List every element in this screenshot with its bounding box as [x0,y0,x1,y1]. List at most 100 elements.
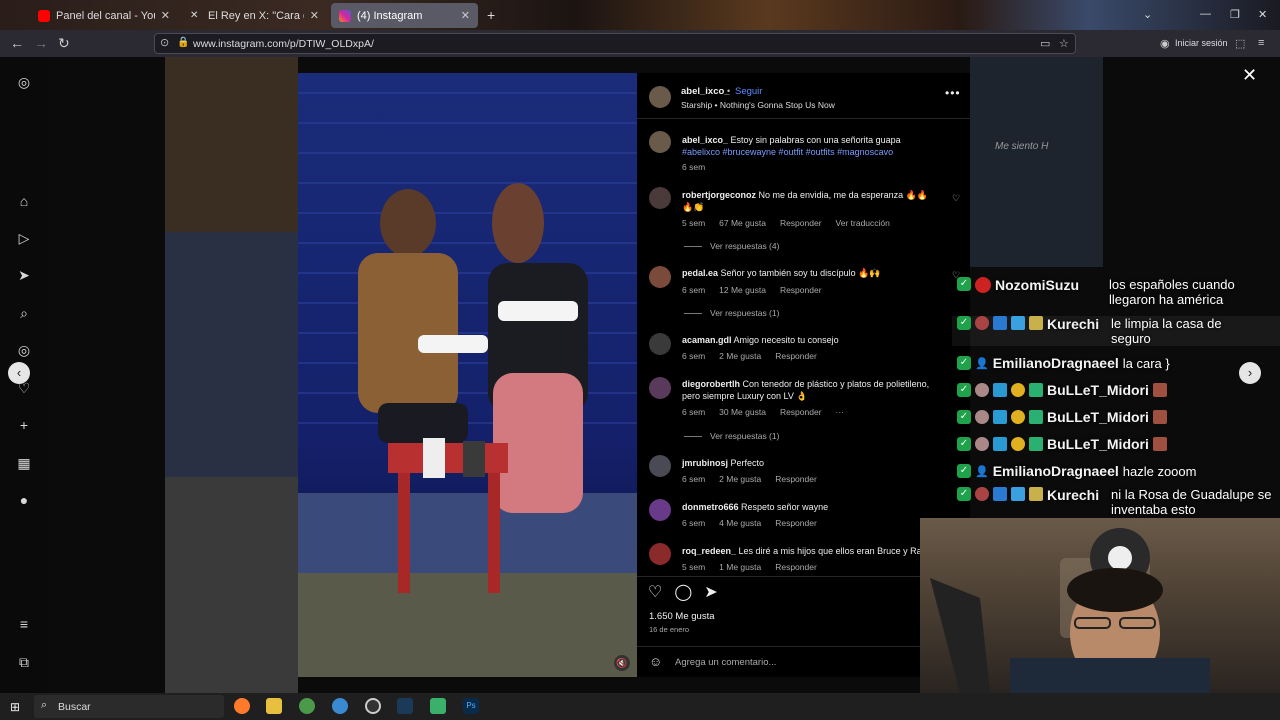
messages-icon[interactable]: ➤ [16,267,32,283]
chrome-icon[interactable] [299,698,315,714]
close-window-button[interactable]: ✕ [1258,8,1267,21]
comment-likes[interactable]: 1 Me gusta [719,562,761,572]
avatar[interactable] [649,187,671,209]
tab-youtube-studio[interactable]: Panel del canal - YouTube Studi ✕ [30,3,178,28]
comment-icon[interactable]: ◯ [674,582,692,602]
comment-likes[interactable]: 4 Me gusta [719,518,761,528]
avatar[interactable] [649,131,671,153]
comment-likes[interactable]: 12 Me gusta [719,285,766,295]
comment-user[interactable]: acaman.gdl [682,335,732,345]
extensions-icon[interactable]: ⬚ [1235,37,1245,50]
view-replies-button[interactable]: Ver respuestas (4) [684,241,779,251]
close-tab-icon[interactable]: ✕ [461,9,470,22]
reply-button[interactable]: Responder [780,285,822,295]
windows-start-icon[interactable]: ⊞ [10,700,20,714]
post-author[interactable]: abel_ixco_ [681,86,730,97]
comment-options-button[interactable]: ··· [836,407,845,417]
maximize-button[interactable]: ❐ [1230,8,1240,21]
comment-user[interactable]: roq_redeen_ [682,546,736,556]
comment-likes[interactable]: 2 Me gusta [719,474,761,484]
like-count[interactable]: 1.650 Me gusta [649,611,715,622]
like-comment-icon[interactable]: ♡ [952,193,960,204]
reader-view-icon[interactable]: ▭ [1040,37,1050,50]
chevron-down-icon[interactable]: ⌄ [1143,8,1152,21]
back-button[interactable]: ← [10,35,24,51]
comment-time: 5 sem [682,562,706,572]
comment-user[interactable]: diegorobertlh [682,379,740,389]
follow-button[interactable]: Seguir [735,86,762,97]
more-menu-icon[interactable]: ≡ [16,616,32,632]
reels-icon[interactable]: ▷ [16,230,32,246]
reply-button[interactable]: Responder [780,407,822,417]
view-replies-button[interactable]: Ver respuestas (1) [684,431,779,441]
comment-user[interactable]: pedal.ea [682,268,718,278]
account-icon[interactable]: ◉ [1160,37,1170,50]
create-icon[interactable]: + [16,417,32,433]
explore-icon[interactable]: ◎ [16,342,32,358]
photoshop-icon[interactable]: Ps [463,698,479,714]
minimize-button[interactable]: — [1200,8,1211,20]
forward-button[interactable]: → [34,35,48,51]
comment-likes[interactable]: 67 Me gusta [719,218,766,228]
previous-post-button[interactable]: ‹ [8,362,30,384]
app-icon[interactable] [430,698,446,714]
more-options-icon[interactable]: ••• [945,86,961,100]
firefox-icon[interactable] [234,698,250,714]
app-icon[interactable] [332,698,348,714]
taskbar-search[interactable]: ⌕ Buscar [34,695,224,718]
comment-user[interactable]: robertjorgeconoz [682,190,756,200]
login-link[interactable]: Iniciar sesión [1175,38,1228,48]
site-info-icon[interactable]: ⊙ [160,36,169,49]
check-icon: ✓ [957,383,971,397]
like-icon[interactable]: ♡ [648,582,662,602]
translate-button[interactable]: Ver traducción [836,218,890,228]
song-link[interactable]: Starship • Nothing's Gonna Stop Us Now [681,100,835,110]
share-icon[interactable]: ➤ [704,582,717,602]
avatar[interactable] [649,455,671,477]
obs-icon[interactable] [365,698,381,714]
file-explorer-icon[interactable] [266,698,282,714]
post-photo[interactable]: 🔇 [298,73,637,677]
instagram-logo-icon[interactable]: ◎ [16,74,32,90]
threads-icon[interactable]: ⧉ [16,654,32,670]
comment-user[interactable]: jmrubinosj [682,458,728,468]
reload-button[interactable]: ↻ [58,35,70,52]
search-icon[interactable]: ⌕ [16,305,32,321]
steam-icon[interactable] [397,698,413,714]
reply-button[interactable]: Responder [775,518,817,528]
avatar[interactable] [649,377,671,399]
menu-icon[interactable]: ≡ [1258,37,1264,49]
close-icon[interactable]: ✕ [1242,65,1257,86]
address-bar[interactable]: ⊙ 🔒 www.instagram.com/p/DTIW_OLDxpA/ [154,33,1076,54]
avatar[interactable] [649,266,671,288]
tab-x-post[interactable]: ✕ El Rey en X: "Cara de peruano, ( ✕ [182,3,327,28]
search-placeholder: Buscar [58,700,91,713]
profile-icon[interactable]: ● [16,492,32,508]
bookmark-star-icon[interactable]: ☆ [1059,37,1069,50]
comment-likes[interactable]: 2 Me gusta [719,351,761,361]
tab-instagram[interactable]: (4) Instagram ✕ [331,3,478,28]
caption-tags[interactable]: #abelixco #brucewayne #outfit #outfits #… [682,147,893,157]
avatar[interactable] [649,333,671,355]
reply-button[interactable]: Responder [775,474,817,484]
view-replies-button[interactable]: Ver respuestas (1) [684,308,779,318]
comment-user[interactable]: donmetro666 [682,502,739,512]
mute-icon[interactable]: 🔇 [614,655,630,671]
dashboard-icon[interactable]: ▦ [16,455,32,471]
avatar[interactable] [649,543,671,565]
close-tab-icon[interactable]: ✕ [310,9,319,22]
comment-likes[interactable]: 30 Me gusta [719,407,766,417]
close-tab-icon[interactable]: ✕ [161,9,170,22]
webcam-overlay [920,518,1280,693]
reply-button[interactable]: Responder [775,562,817,572]
reply-button[interactable]: Responder [780,218,822,228]
chat-message: ✓ BuLLeT_Midori [952,382,1280,398]
emoji-icon[interactable]: ☺ [649,654,662,669]
home-icon[interactable]: ⌂ [16,193,32,209]
new-tab-button[interactable]: + [487,7,495,23]
avatar[interactable] [649,86,671,108]
caption-user[interactable]: abel_ixco_ [682,135,728,145]
avatar[interactable] [649,499,671,521]
reply-button[interactable]: Responder [775,351,817,361]
browser-tab-bar: Panel del canal - YouTube Studi ✕ ✕ El R… [0,0,1280,30]
